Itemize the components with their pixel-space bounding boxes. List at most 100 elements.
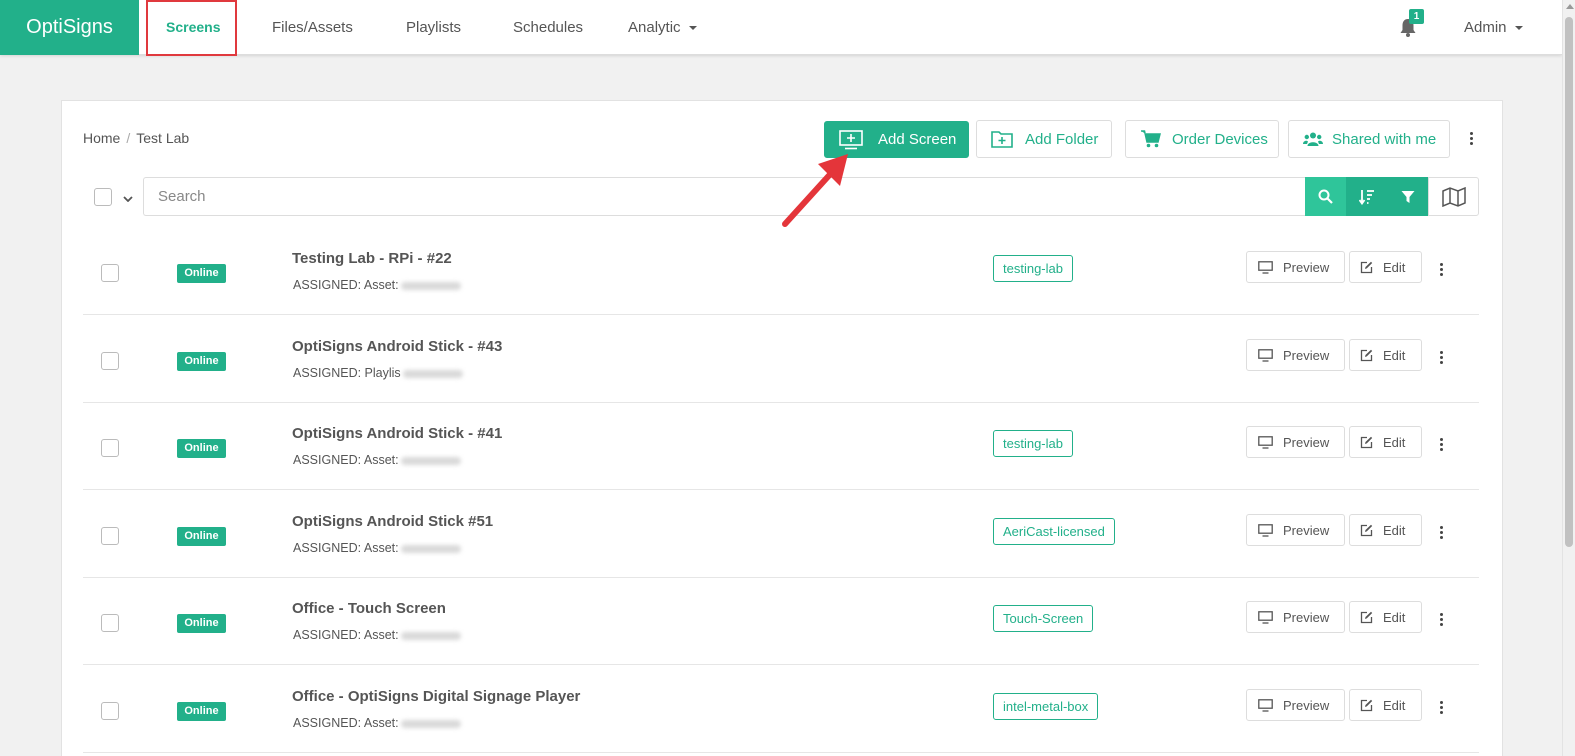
edit-label: Edit: [1383, 347, 1406, 363]
screen-row[interactable]: Online OptiSigns Android Stick #51 ASSIGNE…: [83, 490, 1479, 578]
screen-tag[interactable]: testing-lab: [993, 430, 1073, 457]
preview-label: Preview: [1283, 259, 1330, 275]
chevron-down-icon: [1514, 26, 1523, 31]
user-menu[interactable]: Admin: [1464, 0, 1523, 55]
nav-files-assets[interactable]: Files/Assets: [272, 0, 353, 55]
assigned-label: ASSIGNED: Asset:: [293, 628, 399, 642]
monitor-icon: [1258, 348, 1273, 362]
preview-button[interactable]: Preview: [1246, 339, 1345, 371]
nav-analytic[interactable]: Analytic: [628, 0, 697, 55]
add-screen-label: Add Screen: [878, 131, 957, 148]
preview-button[interactable]: Preview: [1246, 689, 1345, 721]
select-all-checkbox[interactable]: [94, 188, 112, 206]
assigned-info: ASSIGNED: Playlis: [293, 366, 463, 380]
sort-button[interactable]: [1346, 177, 1387, 216]
row-more-options-icon[interactable]: [1440, 351, 1444, 366]
assigned-info: ASSIGNED: Asset:: [293, 278, 461, 292]
edit-label: Edit: [1383, 697, 1406, 713]
shared-with-me-button[interactable]: Shared with me: [1288, 120, 1450, 158]
order-devices-button[interactable]: Order Devices: [1125, 120, 1279, 158]
add-folder-button[interactable]: Add Folder: [976, 120, 1112, 158]
blurred-asset-name: [400, 631, 461, 640]
screen-row[interactable]: Online Office - OptiSigns Digital Signage…: [83, 665, 1479, 753]
screen-tag[interactable]: Touch-Screen: [993, 605, 1094, 632]
assigned-label: ASSIGNED: Asset:: [293, 716, 399, 730]
scroll-up-arrow[interactable]: [1566, 4, 1574, 9]
screen-row[interactable]: Online OptiSigns Android Stick - #43 ASSIG…: [83, 315, 1479, 403]
status-badge: Online: [177, 352, 226, 371]
red-arrow-annotation: [782, 154, 848, 227]
scrollbar[interactable]: [1562, 0, 1575, 756]
screen-name[interactable]: OptiSigns Android Stick - #41: [292, 425, 502, 442]
assigned-info: ASSIGNED: Asset:: [293, 628, 461, 642]
blurred-asset-name: [402, 369, 463, 378]
preview-label: Preview: [1283, 697, 1330, 713]
preview-label: Preview: [1283, 522, 1330, 538]
preview-button[interactable]: Preview: [1246, 251, 1345, 283]
shared-with-me-label: Shared with me: [1332, 130, 1437, 148]
monitor-icon: [1258, 698, 1273, 712]
screen-name[interactable]: Office - OptiSigns Digital Signage Playe…: [292, 688, 580, 705]
more-options-icon[interactable]: [1470, 132, 1474, 147]
edit-button[interactable]: Edit: [1349, 689, 1422, 721]
chevron-down-icon[interactable]: [123, 196, 133, 202]
monitor-icon: [1258, 435, 1273, 449]
assigned-label: ASSIGNED: Asset:: [293, 453, 399, 467]
scrollbar-thumb[interactable]: [1565, 17, 1573, 547]
blurred-asset-name: [400, 456, 461, 465]
preview-button[interactable]: Preview: [1246, 601, 1345, 633]
search-button[interactable]: [1305, 177, 1346, 216]
assigned-info: ASSIGNED: Asset:: [293, 541, 461, 555]
monitor-icon: [1258, 523, 1273, 537]
edit-icon: [1360, 611, 1373, 623]
row-checkbox[interactable]: [101, 352, 119, 370]
screen-row[interactable]: Online Testing Lab - RPi - #22 ASSIGNED: A…: [83, 227, 1479, 315]
blurred-asset-name: [400, 544, 461, 553]
notification-count-badge: 1: [1409, 9, 1424, 24]
filter-button[interactable]: [1387, 177, 1428, 216]
nav-analytic-label: Analytic: [628, 19, 681, 36]
breadcrumb: Home / Test Lab: [83, 130, 189, 146]
edit-button[interactable]: Edit: [1349, 601, 1422, 633]
nav-playlists[interactable]: Playlists: [406, 0, 461, 55]
row-more-options-icon[interactable]: [1440, 438, 1444, 453]
screen-name[interactable]: OptiSigns Android Stick #51: [292, 513, 493, 530]
preview-button[interactable]: Preview: [1246, 514, 1345, 546]
row-checkbox[interactable]: [101, 264, 119, 282]
row-more-options-icon[interactable]: [1440, 701, 1444, 716]
row-more-options-icon[interactable]: [1440, 526, 1444, 541]
assigned-info: ASSIGNED: Asset:: [293, 453, 461, 467]
edit-button[interactable]: Edit: [1349, 426, 1422, 458]
edit-icon: [1360, 699, 1373, 711]
screen-name[interactable]: Testing Lab - RPi - #22: [292, 250, 452, 267]
screen-tag[interactable]: intel-metal-box: [993, 693, 1099, 720]
row-checkbox[interactable]: [101, 614, 119, 632]
edit-button[interactable]: Edit: [1349, 339, 1422, 371]
add-folder-label: Add Folder: [1025, 130, 1099, 148]
breadcrumb-home[interactable]: Home: [83, 130, 120, 146]
status-badge: Online: [177, 614, 226, 633]
preview-button[interactable]: Preview: [1246, 426, 1345, 458]
map-view-button[interactable]: [1428, 177, 1479, 216]
row-more-options-icon[interactable]: [1440, 263, 1444, 278]
screen-name[interactable]: OptiSigns Android Stick - #43: [292, 338, 502, 355]
row-checkbox[interactable]: [101, 439, 119, 457]
screen-name[interactable]: Office - Touch Screen: [292, 600, 446, 617]
screen-row[interactable]: Online Office - Touch Screen ASSIGNED: Ass…: [83, 577, 1479, 665]
screen-row[interactable]: Online OptiSigns Android Stick - #41 ASSIG…: [83, 402, 1479, 490]
edit-button[interactable]: Edit: [1349, 514, 1422, 546]
users-icon: [1303, 132, 1323, 146]
edit-button[interactable]: Edit: [1349, 251, 1422, 283]
row-more-options-icon[interactable]: [1440, 613, 1444, 628]
edit-icon: [1360, 524, 1373, 536]
row-checkbox[interactable]: [101, 527, 119, 545]
row-checkbox[interactable]: [101, 702, 119, 720]
edit-icon: [1360, 261, 1373, 273]
nav-schedules[interactable]: Schedules: [513, 0, 583, 55]
screen-tag[interactable]: testing-lab: [993, 255, 1073, 282]
assigned-label: ASSIGNED: Asset:: [293, 541, 399, 555]
order-devices-label: Order Devices: [1172, 130, 1268, 148]
brand-logo[interactable]: OptiSigns: [0, 0, 139, 55]
screen-tag[interactable]: AeriCast-licensed: [993, 518, 1115, 545]
search-input[interactable]: [143, 177, 1306, 216]
